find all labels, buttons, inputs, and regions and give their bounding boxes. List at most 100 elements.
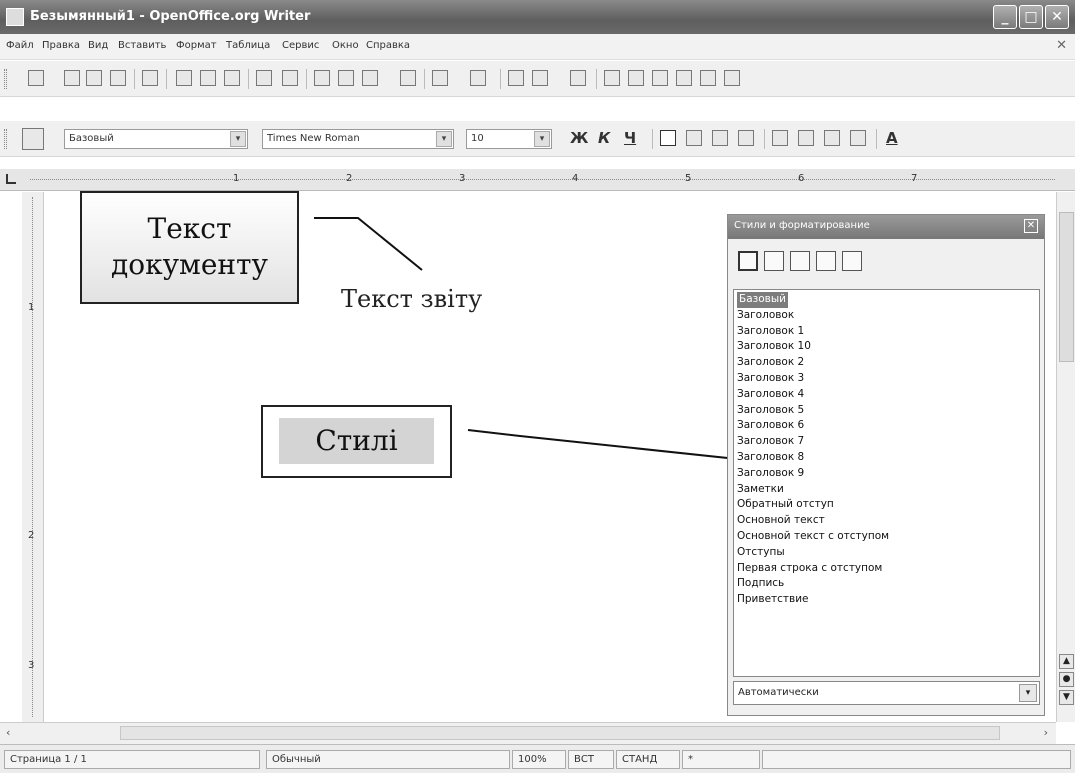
increase-indent-icon[interactable] xyxy=(850,130,866,146)
previous-page-icon[interactable]: ▲ xyxy=(1059,654,1074,669)
styles-formatting-icon[interactable] xyxy=(22,128,44,150)
new-style-from-selection-icon[interactable] xyxy=(984,251,1004,271)
paste-icon[interactable] xyxy=(362,70,378,86)
menu-file[interactable]: Файл xyxy=(6,40,34,51)
style-list-item[interactable]: Заголовок 10 xyxy=(737,339,1036,355)
menu-tools[interactable]: Сервис xyxy=(282,40,319,51)
report-text[interactable]: Текст звіту xyxy=(341,285,482,313)
tab-type-icon[interactable] xyxy=(6,174,16,184)
horizontal-scrollbar[interactable]: ‹ › xyxy=(0,722,1056,744)
email-icon[interactable] xyxy=(110,70,126,86)
fill-format-mode-icon[interactable] xyxy=(958,251,978,271)
export-pdf-icon[interactable] xyxy=(176,70,192,86)
font-color-button[interactable]: A xyxy=(886,129,898,147)
align-right-icon[interactable] xyxy=(712,130,728,146)
hyperlink-icon[interactable] xyxy=(508,70,524,86)
style-list-item[interactable]: Заголовок 7 xyxy=(737,434,1036,450)
save-icon[interactable] xyxy=(86,70,102,86)
zoom-indicator[interactable]: 100% xyxy=(512,750,566,769)
close-document-icon[interactable]: ✕ xyxy=(1056,38,1067,53)
style-list-item[interactable]: Заголовок 1 xyxy=(737,324,1036,340)
list-styles-icon[interactable] xyxy=(842,251,862,271)
toolbar-grip[interactable] xyxy=(4,129,7,149)
table-icon[interactable] xyxy=(532,70,548,86)
chevron-down-icon[interactable]: ▾ xyxy=(230,131,246,147)
menu-table[interactable]: Таблица xyxy=(226,40,270,51)
menu-edit[interactable]: Правка xyxy=(42,40,80,51)
style-list-item[interactable]: Приветствие xyxy=(737,592,1036,608)
gallery-icon[interactable] xyxy=(652,70,668,86)
paragraph-style-select[interactable]: Базовый ▾ xyxy=(64,129,248,149)
menu-window[interactable]: Окно xyxy=(332,40,359,51)
page-preview-icon[interactable] xyxy=(224,70,240,86)
styles-filter-select[interactable]: Автоматически ▾ xyxy=(733,681,1040,705)
next-page-icon[interactable]: ▼ xyxy=(1059,690,1074,705)
undo-icon[interactable] xyxy=(432,70,448,86)
spellcheck-icon[interactable] xyxy=(256,70,272,86)
numbering-icon[interactable] xyxy=(772,130,788,146)
print-icon[interactable] xyxy=(200,70,216,86)
styles-list[interactable]: Базовый Заголовок Заголовок 1 Заголовок 10 З… xyxy=(733,289,1040,677)
style-list-item[interactable]: Заголовок 9 xyxy=(737,466,1036,482)
formatting-marks-icon[interactable] xyxy=(700,70,716,86)
bullets-icon[interactable] xyxy=(798,130,814,146)
justify-icon[interactable] xyxy=(738,130,754,146)
underline-button[interactable]: Ч xyxy=(624,129,636,147)
style-list-item[interactable]: Первая строка с отступом xyxy=(737,561,1036,577)
style-list-item[interactable]: Основной текст с отступом xyxy=(737,529,1036,545)
style-list-item[interactable]: Обратный отступ xyxy=(737,497,1036,513)
style-list-item[interactable]: Заголовок 3 xyxy=(737,371,1036,387)
cut-icon[interactable] xyxy=(314,70,330,86)
style-list-item[interactable]: Заголовок 6 xyxy=(737,418,1036,434)
font-size-select[interactable]: 10 ▾ xyxy=(466,129,552,149)
menu-view[interactable]: Вид xyxy=(88,40,108,51)
align-center-icon[interactable] xyxy=(686,130,702,146)
page-styles-icon[interactable] xyxy=(816,251,836,271)
writer-app-icon[interactable] xyxy=(6,8,24,26)
scroll-right-icon[interactable]: › xyxy=(1044,726,1048,739)
autospellcheck-icon[interactable] xyxy=(282,70,298,86)
vertical-ruler[interactable]: 1 2 3 xyxy=(22,192,44,722)
navigation-icon[interactable]: ● xyxy=(1059,672,1074,687)
style-list-item[interactable]: Подпись xyxy=(737,576,1036,592)
paragraph-styles-icon[interactable] xyxy=(738,251,758,271)
chevron-down-icon[interactable]: ▾ xyxy=(1019,684,1037,702)
scrollbar-thumb[interactable] xyxy=(1059,212,1074,362)
chevron-down-icon[interactable]: ▾ xyxy=(436,131,452,147)
minimize-button[interactable]: _ xyxy=(993,5,1017,29)
style-list-item[interactable]: Заголовок 8 xyxy=(737,450,1036,466)
decrease-indent-icon[interactable] xyxy=(824,130,840,146)
italic-button[interactable]: К xyxy=(598,129,610,147)
open-icon[interactable] xyxy=(64,70,80,86)
close-icon[interactable]: ✕ xyxy=(1024,219,1038,233)
style-list-item[interactable]: Основной текст xyxy=(737,513,1036,529)
zoom-icon[interactable] xyxy=(724,70,740,86)
page-style-indicator[interactable]: Обычный xyxy=(266,750,510,769)
selection-mode-indicator[interactable]: СТАНД xyxy=(616,750,680,769)
frame-styles-icon[interactable] xyxy=(790,251,810,271)
menu-help[interactable]: Справка xyxy=(366,40,410,51)
scroll-left-icon[interactable]: ‹ xyxy=(6,726,10,739)
copy-icon[interactable] xyxy=(338,70,354,86)
menu-insert[interactable]: Вставить xyxy=(118,40,166,51)
style-list-item[interactable]: Заголовок xyxy=(737,308,1036,324)
scrollbar-thumb[interactable] xyxy=(120,726,1000,740)
navigator-icon[interactable] xyxy=(628,70,644,86)
new-document-icon[interactable] xyxy=(28,70,44,86)
character-styles-icon[interactable] xyxy=(764,251,784,271)
redo-icon[interactable] xyxy=(470,70,486,86)
show-draw-functions-icon[interactable] xyxy=(570,70,586,86)
data-sources-icon[interactable] xyxy=(676,70,692,86)
horizontal-ruler[interactable]: 1 2 3 4 5 6 7 xyxy=(0,169,1075,191)
edit-file-icon[interactable] xyxy=(142,70,158,86)
font-name-select[interactable]: Times New Roman ▾ xyxy=(262,129,454,149)
insert-mode-indicator[interactable]: ВСТ xyxy=(568,750,614,769)
panel-title-bar[interactable]: Стили и форматирование ✕ xyxy=(728,215,1044,239)
chevron-down-icon[interactable]: ▾ xyxy=(534,131,550,147)
style-list-item[interactable]: Базовый xyxy=(737,292,1036,308)
style-list-item[interactable]: Заголовок 2 xyxy=(737,355,1036,371)
style-list-item[interactable]: Заметки xyxy=(737,482,1036,498)
toolbar-grip[interactable] xyxy=(4,69,7,89)
style-list-item[interactable]: Отступы xyxy=(737,545,1036,561)
maximize-button[interactable]: □ xyxy=(1019,5,1043,29)
